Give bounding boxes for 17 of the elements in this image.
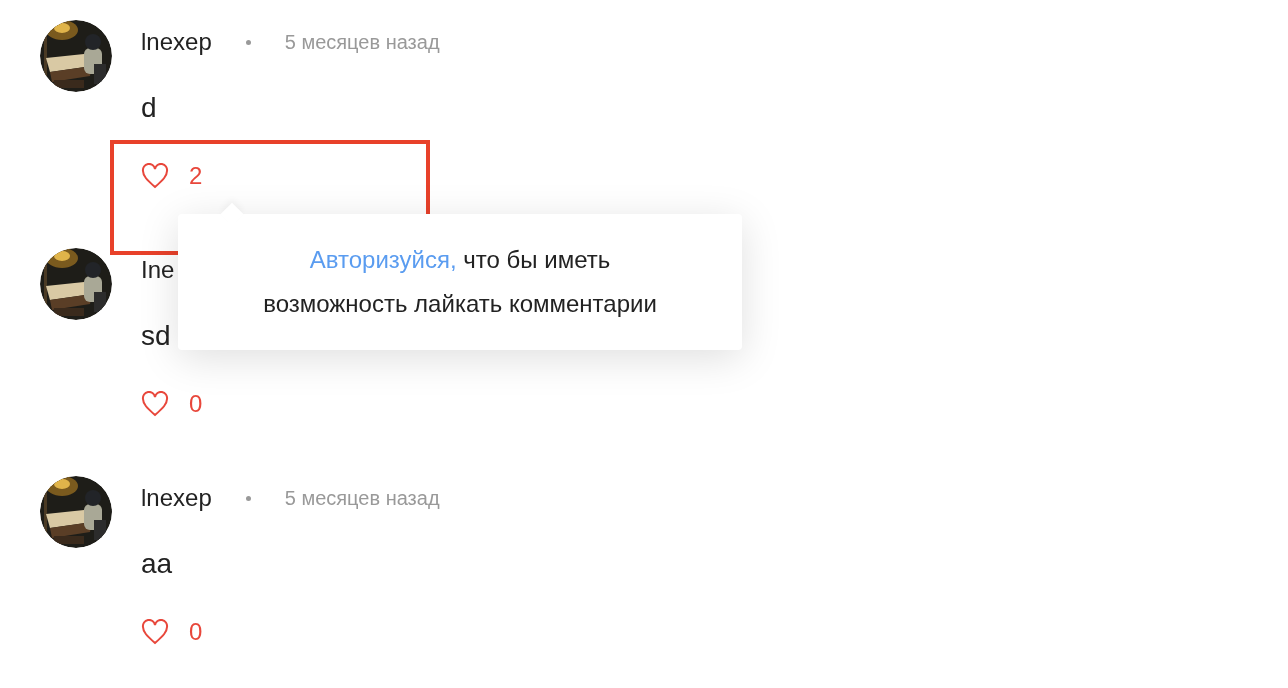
comment-text: sd <box>141 319 172 353</box>
separator-dot <box>245 39 251 45</box>
like-count: 0 <box>189 390 203 418</box>
heart-icon[interactable] <box>141 391 169 417</box>
author-name[interactable]: Ine <box>141 256 175 284</box>
tooltip-text: Авторизуйся, что бы иметь возможность лайкать комментарии <box>263 245 657 319</box>
heart-icon[interactable] <box>141 619 169 645</box>
comment-time: 5 месяцев назад <box>284 486 440 510</box>
comment-text: d <box>141 91 158 125</box>
like-count: 0 <box>189 618 203 646</box>
heart-icon[interactable] <box>141 163 169 189</box>
comment-time: 5 месяцев назад <box>284 30 440 54</box>
like-count: 2 <box>189 162 203 190</box>
comment-text: aa <box>141 547 174 581</box>
author-name[interactable]: lnexep <box>141 28 212 56</box>
separator-dot <box>245 495 251 501</box>
author-name[interactable]: lnexep <box>141 484 212 512</box>
